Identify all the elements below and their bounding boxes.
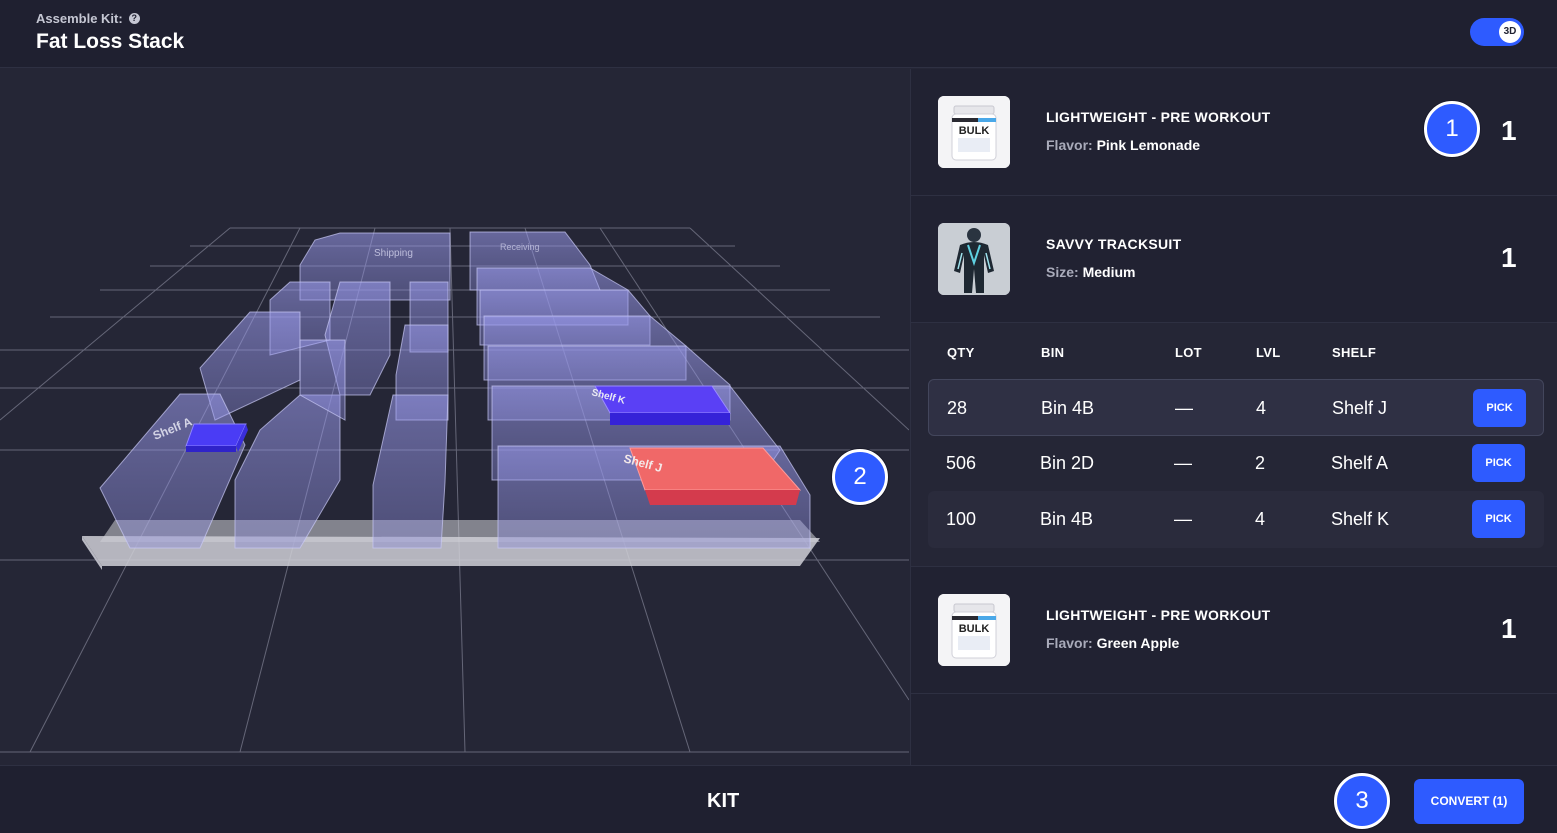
bin-name: Bin 4B (1040, 509, 1094, 529)
callout-badge-2: 2 (832, 449, 888, 505)
bin-lot: — (1174, 509, 1192, 529)
kit-items-panel: BULK LIGHTWEIGHT - PRE WORKOUT Flavor: P… (910, 69, 1557, 765)
kit-item[interactable]: SAVVY TRACKSUIT Size: Medium 1 (911, 196, 1557, 323)
warehouse-scene[interactable]: Shipping Receiving Shelf A Shelf K Shelf… (0, 69, 909, 765)
col-header-shelf: SHELF (1332, 345, 1377, 360)
item-attribute: Flavor: Green Apple (1046, 635, 1179, 651)
bulk-tub-icon: BULK (938, 96, 1010, 168)
bin-qty: 100 (946, 509, 977, 529)
shipping-label: Shipping (374, 248, 413, 259)
bin-name: Bin 4B (1041, 398, 1095, 418)
bin-shelf: Shelf A (1331, 453, 1389, 473)
bulk-tub-icon: BULK (938, 594, 1010, 666)
bin-lvl: 4 (1255, 509, 1266, 529)
item-attr-value: Pink Lemonade (1096, 137, 1201, 153)
bin-name: Bin 2D (1040, 453, 1095, 473)
bin-shelf-k-highlight (594, 385, 731, 425)
product-image-tracksuit (938, 223, 1010, 295)
bin-qty: 28 (947, 398, 968, 418)
bin-lvl: 4 (1256, 398, 1267, 418)
item-attr-key: Size: (1046, 264, 1079, 280)
product-image-bulk: BULK (938, 96, 1010, 168)
bin-row[interactable]: 28 Bin 4B — 4 Shelf J PICK (928, 379, 1544, 436)
bin-lot: — (1174, 453, 1192, 473)
left-shelves (99, 281, 449, 549)
item-attr-value: Medium (1082, 264, 1136, 280)
item-qty: 1 (1501, 613, 1517, 644)
bin-shelf: Shelf J (1332, 398, 1388, 418)
item-name: LIGHTWEIGHT - PRE WORKOUT (1046, 607, 1271, 623)
bin-row[interactable]: 100 Bin 4B — 4 Shelf K PICK (928, 491, 1544, 548)
help-icon[interactable]: ? (128, 13, 140, 24)
product-image-bulk: BULK (938, 594, 1010, 666)
assemble-kit-text: Assemble Kit: (36, 11, 123, 26)
bin-lvl: 2 (1255, 453, 1266, 473)
bin-shelf-a-highlight (185, 423, 248, 452)
callout-badge-1: 1 (1424, 101, 1480, 157)
bulk-logo-text: BULK (959, 125, 990, 137)
receiving-label: Receiving (500, 242, 540, 252)
item-name: LIGHTWEIGHT - PRE WORKOUT (1046, 109, 1271, 125)
callout-badge-3: 3 (1334, 773, 1390, 829)
header: Assemble Kit: ? Fat Loss Stack 3D (0, 0, 1557, 68)
bin-lot: — (1175, 398, 1193, 418)
bin-qty: 506 (946, 453, 977, 473)
footer-bar: KIT CONVERT (1) (0, 765, 1557, 833)
item-attr-value: Green Apple (1096, 635, 1180, 651)
item-attr-key: Flavor: (1046, 635, 1093, 651)
pick-button[interactable]: PICK (1472, 500, 1525, 538)
item-attribute: Size: Medium (1046, 264, 1135, 280)
col-header-qty: QTY (947, 345, 975, 360)
item-attr-key: Flavor: (1046, 137, 1093, 153)
kit-name: Fat Loss Stack (36, 30, 185, 53)
col-header-bin: BIN (1041, 345, 1065, 360)
item-name: SAVVY TRACKSUIT (1046, 236, 1182, 252)
3d-toggle-knob: 3D (1499, 21, 1521, 43)
bin-row[interactable]: 506 Bin 2D — 2 Shelf A PICK (928, 435, 1544, 492)
kit-item[interactable]: BULK LIGHTWEIGHT - PRE WORKOUT Flavor: G… (911, 567, 1557, 694)
convert-button[interactable]: CONVERT (1) (1414, 779, 1524, 824)
item-qty: 1 (1501, 115, 1517, 146)
bin-locations-table: QTY BIN LOT LVL SHELF 28 Bin 4B — 4 Shel… (911, 323, 1557, 567)
col-header-lot: LOT (1175, 345, 1202, 360)
pick-button[interactable]: PICK (1473, 389, 1526, 427)
footer-title: KIT (707, 790, 740, 812)
col-header-lvl: LVL (1256, 345, 1281, 360)
assemble-kit-label: Assemble Kit: ? (36, 11, 140, 26)
warehouse-3d-view[interactable]: Shipping Receiving Shelf A Shelf K Shelf… (0, 69, 909, 765)
item-attribute: Flavor: Pink Lemonade (1046, 137, 1200, 153)
pick-button[interactable]: PICK (1472, 444, 1525, 482)
tracksuit-icon (938, 223, 1010, 295)
item-qty: 1 (1501, 242, 1517, 273)
bulk-logo-text: BULK (959, 623, 990, 635)
bin-shelf: Shelf K (1331, 509, 1390, 529)
3d-toggle[interactable]: 3D (1470, 18, 1524, 46)
